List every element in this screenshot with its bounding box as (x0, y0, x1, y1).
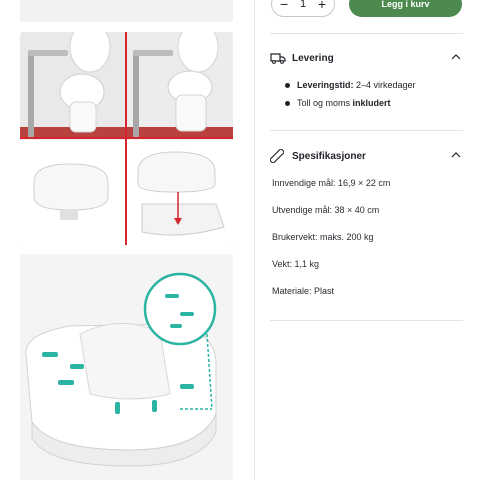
specs-title: Spesifikasjoner (292, 150, 366, 162)
spec-max-user-weight: Brukervekt: maks. 200 kg (272, 232, 374, 242)
truck-icon (270, 51, 286, 65)
gallery-image-previous[interactable] (20, 0, 233, 22)
toilet-comparison-illustration (20, 32, 233, 245)
spec-inner-dimensions: Innvendige mål: 16,9 × 22 cm (272, 178, 391, 188)
delivery-item-time: Leveringstid: 2–4 virkedager (285, 80, 416, 90)
gallery-image-seat-detail[interactable] (20, 254, 233, 480)
customs-bold: inkludert (352, 98, 391, 108)
divider (270, 33, 463, 34)
gallery-image-comparison[interactable] (20, 32, 233, 245)
spec-material: Materiale: Plast (272, 286, 335, 296)
ruler-icon (270, 149, 286, 163)
delivery-title: Levering (292, 52, 334, 64)
spec-weight: Vekt: 1,1 kg (272, 259, 320, 269)
seat-riser-illustration (25, 272, 217, 467)
quantity-stepper[interactable]: − 1 + (271, 0, 335, 17)
delivery-item-customs: Toll og moms inkludert (285, 98, 391, 108)
customs-text: Toll og moms (297, 98, 353, 108)
delivery-time-value: 2–4 virkedager (353, 80, 416, 90)
bullet-icon (285, 82, 290, 88)
decrease-quantity-button[interactable]: − (280, 0, 288, 11)
divider (270, 130, 463, 131)
divider (270, 320, 463, 321)
add-to-cart-button[interactable]: Legg i kurv (349, 0, 462, 17)
delivery-time-label: Leveringstid: (297, 80, 354, 90)
quantity-value[interactable]: 1 (300, 0, 306, 10)
spec-outer-dimensions: Utvendige mål: 38 × 40 cm (272, 205, 380, 215)
specs-accordion-header[interactable]: Spesifikasjoner (270, 149, 463, 163)
delivery-accordion-header[interactable]: Levering (270, 51, 463, 65)
chevron-up-icon (451, 150, 461, 161)
increase-quantity-button[interactable]: + (318, 0, 326, 11)
bullet-icon (285, 100, 290, 106)
product-gallery (0, 0, 254, 480)
product-details: − 1 + Legg i kurv Levering Leveringstid:… (255, 0, 480, 480)
chevron-up-icon (451, 52, 461, 63)
